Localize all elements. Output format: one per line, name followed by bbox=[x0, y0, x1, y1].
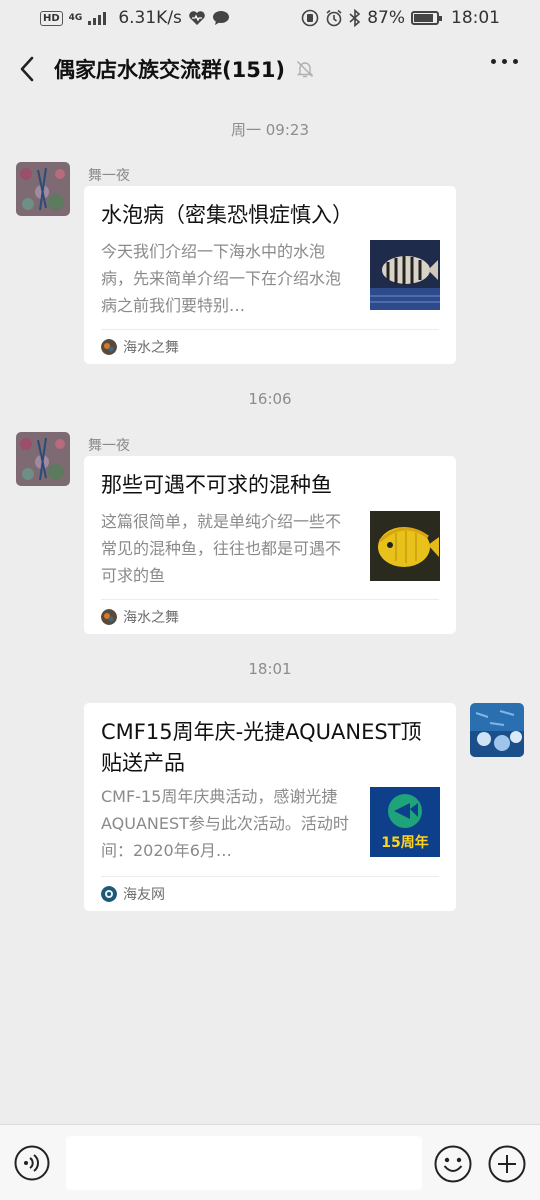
article-title: CMF15周年庆-光捷AQUANEST顶贴送产品 bbox=[101, 720, 422, 775]
message-timestamp: 16:06 bbox=[248, 390, 292, 408]
card-divider bbox=[101, 599, 439, 600]
source-name: 海水之舞 bbox=[123, 340, 179, 356]
heart-icon bbox=[189, 11, 205, 25]
chat-title: 偶家店水族交流群(151) bbox=[54, 58, 286, 82]
thumb-caption: 15周年 bbox=[381, 834, 428, 851]
bluetooth-icon bbox=[349, 9, 361, 27]
article-title: 水泡病（密集恐惧症慎入） bbox=[101, 203, 353, 227]
article-description: 今天我们介绍一下海水中的水泡病，先来简单介绍一下在介绍水泡病之前我们要特别… bbox=[101, 242, 342, 315]
network-speed: 6.31K/s bbox=[118, 8, 182, 28]
card-divider bbox=[101, 329, 439, 330]
back-button[interactable] bbox=[0, 36, 54, 102]
source-logo-icon bbox=[101, 886, 117, 902]
more-options-button[interactable] bbox=[491, 59, 518, 64]
article-description: CMF-15周年庆典活动，感谢光捷AQUANEST参与此次活动。活动时间：202… bbox=[101, 787, 349, 860]
signal-icon bbox=[88, 11, 107, 25]
message-timestamp: 18:01 bbox=[248, 660, 292, 678]
article-card[interactable]: CMF15周年庆-光捷AQUANEST顶贴送产品 CMF-15周年庆典活动，感谢… bbox=[84, 703, 456, 911]
emoji-button[interactable] bbox=[434, 1145, 472, 1183]
article-card[interactable]: 水泡病（密集恐惧症慎入） 今天我们介绍一下海水中的水泡病，先来简单介绍一下在介绍… bbox=[84, 186, 456, 364]
source-name: 海水之舞 bbox=[123, 610, 179, 626]
more-actions-button[interactable] bbox=[488, 1145, 526, 1183]
voice-icon bbox=[14, 1145, 50, 1181]
vibrate-icon bbox=[301, 9, 319, 27]
source-name: 海友网 bbox=[123, 887, 165, 903]
article-card[interactable]: 那些可遇不可求的混种鱼 这篇很简单，就是单纯介绍一些不常见的混种鱼，往往也都是可… bbox=[84, 456, 456, 634]
message-input[interactable] bbox=[66, 1136, 422, 1190]
source-logo-icon bbox=[101, 609, 117, 625]
card-divider bbox=[101, 876, 439, 877]
mute-bell-icon bbox=[296, 61, 314, 78]
article-title: 那些可遇不可求的混种鱼 bbox=[101, 473, 332, 497]
network-type: 4G bbox=[68, 12, 83, 23]
alarm-icon bbox=[326, 9, 342, 27]
clock-time: 18:01 bbox=[451, 8, 500, 28]
article-source: 海友网 bbox=[101, 884, 165, 904]
article-source: 海水之舞 bbox=[101, 337, 179, 357]
plus-icon bbox=[488, 1145, 526, 1183]
battery-icon bbox=[411, 11, 442, 25]
sender-name: 舞一夜 bbox=[88, 438, 130, 454]
smiley-icon bbox=[434, 1145, 472, 1183]
input-bar bbox=[0, 1124, 540, 1200]
battery-percent: 87% bbox=[367, 8, 405, 28]
sender-avatar[interactable] bbox=[16, 162, 70, 216]
voice-input-button[interactable] bbox=[14, 1145, 50, 1181]
sender-avatar[interactable] bbox=[16, 432, 70, 486]
chevron-left-icon bbox=[20, 56, 34, 82]
source-logo-icon bbox=[101, 339, 117, 355]
article-thumbnail bbox=[370, 511, 440, 581]
hd-badge: HD bbox=[40, 10, 63, 26]
message-icon bbox=[212, 11, 229, 25]
own-avatar[interactable] bbox=[470, 703, 524, 757]
article-source: 海水之舞 bbox=[101, 607, 179, 627]
chat-header: 偶家店水族交流群(151) bbox=[0, 36, 540, 102]
article-description: 这篇很简单，就是单纯介绍一些不常见的混种鱼，往往也都是可遇不可求的鱼 bbox=[101, 512, 342, 585]
sender-name: 舞一夜 bbox=[88, 168, 130, 184]
article-thumbnail bbox=[370, 240, 440, 310]
article-thumbnail: 15周年 bbox=[370, 787, 440, 857]
status-bar: HD 4G 6.31K/s 87% 18:01 bbox=[0, 0, 540, 36]
message-timestamp: 周一 09:23 bbox=[231, 121, 309, 139]
